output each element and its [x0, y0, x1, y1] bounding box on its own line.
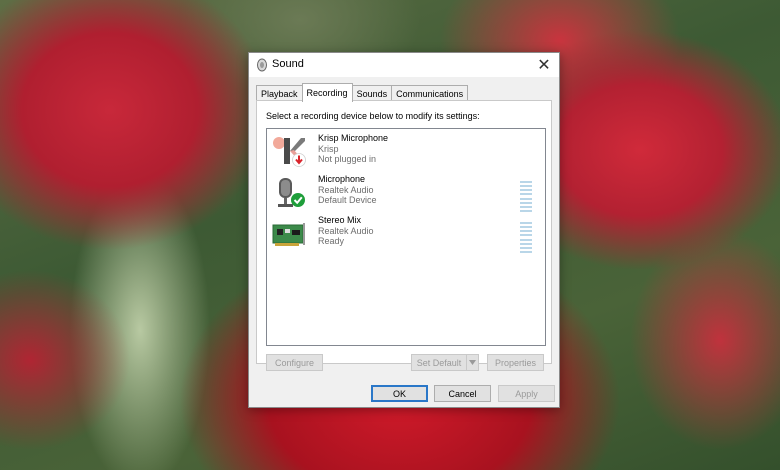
device-microphone[interactable]: Microphone Realtek Audio Default Device	[269, 174, 541, 212]
device-driver: Realtek Audio	[318, 225, 374, 236]
window-title: Sound	[272, 58, 304, 70]
device-name: Microphone	[318, 174, 366, 184]
tab-sounds[interactable]: Sounds	[351, 85, 393, 101]
device-status: Default Device	[318, 195, 377, 205]
tab-recording[interactable]: Recording	[301, 83, 353, 102]
ok-button[interactable]: OK	[371, 385, 428, 402]
close-button[interactable]: ✕	[529, 53, 559, 77]
chevron-down-icon	[469, 360, 476, 365]
configure-button[interactable]: Configure	[266, 354, 323, 371]
krisp-icon	[273, 137, 306, 167]
device-driver: Realtek Audio	[318, 184, 374, 195]
speaker-icon	[257, 58, 267, 72]
tab-communications[interactable]: Communications	[391, 85, 469, 101]
level-meter	[520, 181, 532, 212]
properties-button[interactable]: Properties	[487, 354, 544, 371]
level-meter	[520, 222, 532, 253]
device-driver: Krisp	[318, 143, 339, 154]
not-plugged-badge-icon	[292, 153, 306, 167]
cancel-button[interactable]: Cancel	[434, 385, 491, 402]
device-stereo-mix[interactable]: Stereo Mix Realtek Audio Ready	[269, 215, 541, 253]
device-status: Ready	[318, 236, 345, 246]
set-default-dropdown-button[interactable]	[466, 354, 479, 371]
device-krisp-microphone[interactable]: Krisp Microphone Krisp Not plugged in	[269, 133, 541, 171]
default-check-icon	[291, 193, 305, 207]
tab-strip: Playback Recording Sounds Communications	[256, 83, 469, 102]
tab-playback[interactable]: Playback	[256, 85, 303, 101]
instruction-text: Select a recording device below to modif…	[266, 111, 480, 121]
device-name: Stereo Mix	[318, 215, 362, 225]
title-bar[interactable]: Sound ✕	[249, 53, 559, 77]
device-status: Not plugged in	[318, 154, 377, 164]
device-name: Krisp Microphone	[318, 133, 389, 143]
microphone-icon	[278, 178, 305, 207]
set-default-button[interactable]: Set Default	[411, 354, 467, 371]
recording-device-list[interactable]: Krisp Microphone Krisp Not plugged in Mi…	[266, 128, 546, 346]
recording-panel: Select a recording device below to modif…	[256, 100, 552, 364]
apply-button[interactable]: Apply	[498, 385, 555, 402]
sound-card-icon	[272, 223, 305, 246]
